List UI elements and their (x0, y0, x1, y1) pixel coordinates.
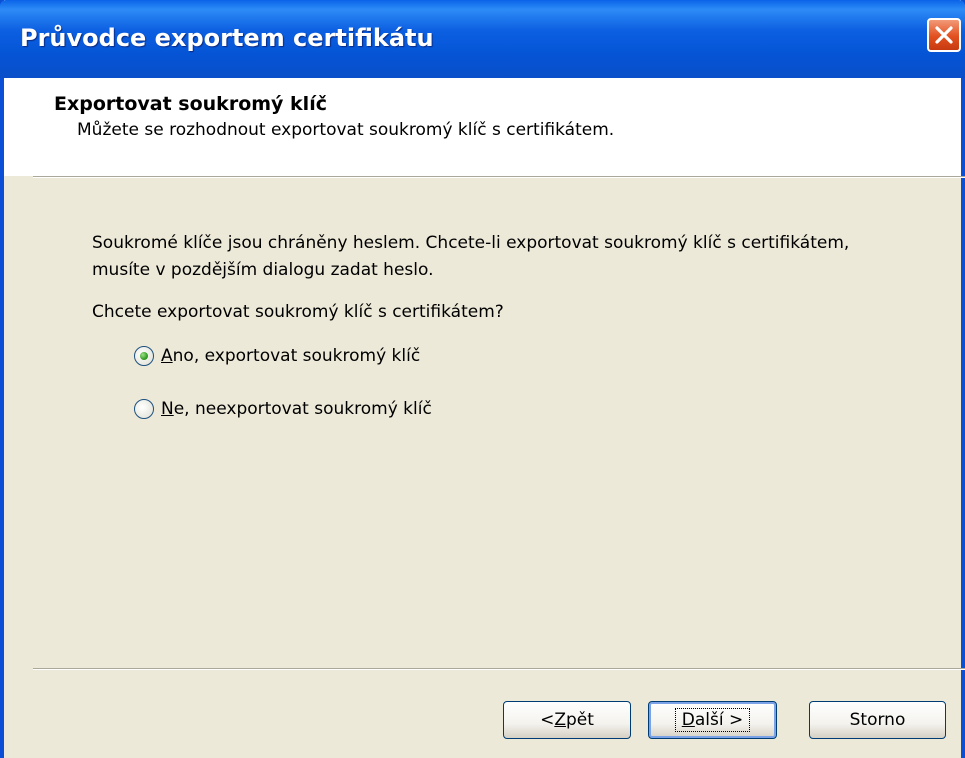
radio-button-unchecked[interactable] (134, 399, 154, 419)
footer-separator (33, 668, 965, 670)
page-subtitle: Můžete se rozhodnout exportovat soukromý… (77, 120, 615, 140)
radio-export-yes[interactable]: Ano, exportovat soukromý klíč (134, 342, 420, 370)
close-button[interactable] (927, 18, 961, 52)
close-icon (935, 26, 953, 44)
page-title: Exportovat soukromý klíč (54, 93, 327, 115)
cancel-button[interactable]: Storno (809, 701, 946, 739)
description-text: Soukromé klíče jsou chráněny heslem. Chc… (92, 233, 850, 280)
focus-rectangle: Další > (674, 708, 751, 732)
title-bar[interactable]: Průvodce exportem certifikátu (0, 0, 965, 78)
window-title: Průvodce exportem certifikátu (20, 24, 434, 52)
back-button[interactable]: < Zpět (503, 701, 631, 739)
radio-label-yes[interactable]: Ano, exportovat soukromý klíč (161, 346, 420, 366)
header-separator (33, 176, 965, 178)
radio-label-no[interactable]: Ne, neexportovat soukromý klíč (161, 399, 432, 419)
question-text: Chcete exportovat soukromý klíč s certif… (92, 302, 504, 322)
radio-button-checked[interactable] (134, 346, 154, 366)
next-button[interactable]: Další > (648, 701, 777, 739)
radio-export-no[interactable]: Ne, neexportovat soukromý klíč (134, 395, 432, 423)
